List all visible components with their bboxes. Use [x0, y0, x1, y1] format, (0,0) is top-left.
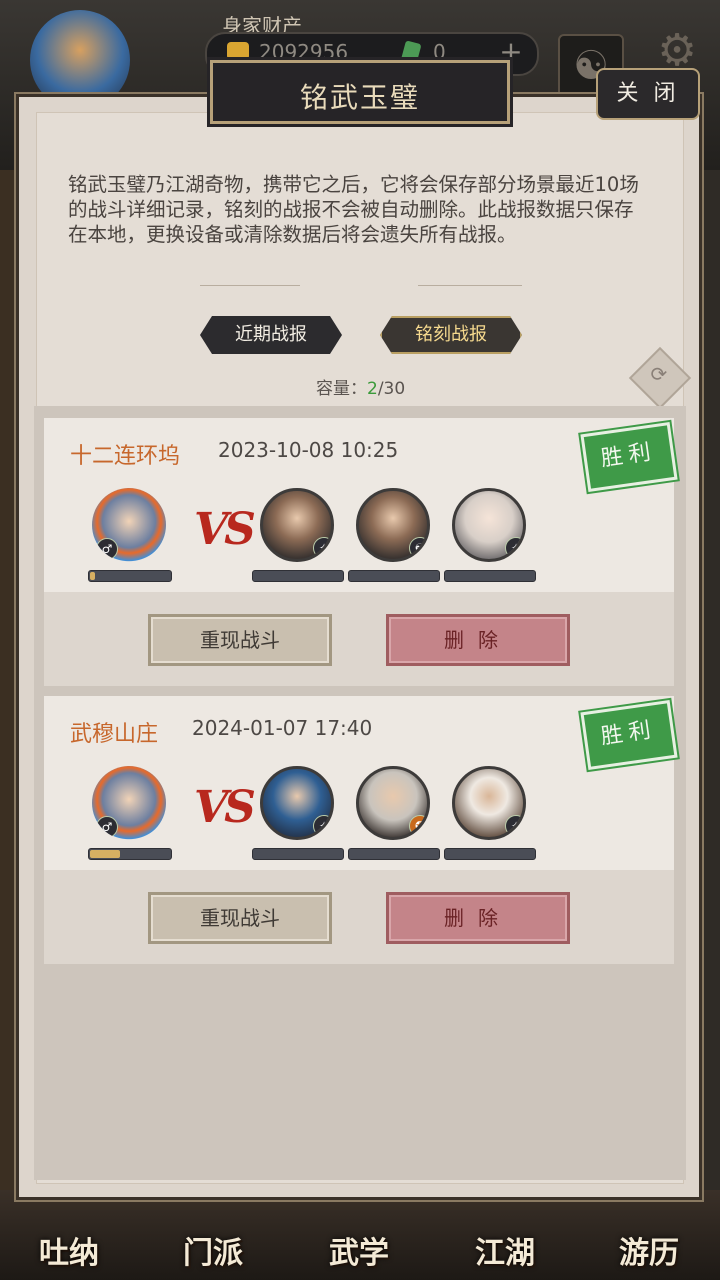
- capacity-indicator: 容量：2/30: [316, 374, 405, 399]
- hero-avatar: ♂: [92, 488, 166, 562]
- vs-icon: VS: [194, 782, 256, 833]
- school-icon: ✧: [505, 815, 523, 837]
- hero-avatar: ♂: [92, 766, 166, 840]
- card-actions: [44, 870, 674, 964]
- dialog-title: 铭武玉璧: [299, 81, 420, 114]
- taiji-icon: ☯: [409, 537, 427, 559]
- dialog-description: 铭武玉璧乃江湖奇物，携带它之后，它将会保存部分场景最近10场的战斗详细记录，铭刻…: [68, 173, 639, 246]
- enemy-avatar: ✧: [452, 766, 526, 840]
- replay-battle-button[interactable]: 重现战斗: [148, 614, 332, 666]
- battle-location: 十二连环坞: [70, 444, 181, 469]
- hero-hp-fill: [90, 850, 120, 858]
- delete-report-button[interactable]: 删除: [386, 892, 570, 944]
- silver-icon: [227, 42, 249, 60]
- enemy-avatar: ✧: [452, 488, 526, 562]
- school-icon: ✦: [313, 537, 331, 559]
- divider-right: [418, 285, 522, 286]
- enemy-avatar: ☯: [356, 488, 430, 562]
- enemy-hp-bar: [348, 848, 440, 860]
- divider-left: [200, 285, 300, 286]
- enemy-avatar: ✪: [356, 766, 430, 840]
- card-actions: [44, 592, 674, 686]
- capacity-used: 2: [367, 379, 378, 399]
- nav-menpai[interactable]: 门派: [158, 1228, 268, 1278]
- hero-hp-bar: [88, 570, 172, 582]
- battle-card: 武穆山庄 2024-01-07 17:40 胜利 ♂ VS ✦ ✪ ✧ 重现战斗…: [44, 696, 678, 964]
- capacity-label: 容量：: [316, 379, 367, 399]
- school-icon: ✧: [505, 537, 523, 559]
- hero-hp-bar: [88, 848, 172, 860]
- nav-youli[interactable]: 游历: [594, 1228, 704, 1278]
- tab-engraved-reports[interactable]: 铭刻战报: [380, 316, 522, 354]
- enemy-avatar: ✦: [260, 488, 334, 562]
- delete-report-button[interactable]: 删除: [386, 614, 570, 666]
- close-button[interactable]: 关 闭: [596, 68, 700, 120]
- enemy-hp-bar: [348, 570, 440, 582]
- victory-stamp: 胜利: [580, 422, 678, 492]
- replay-battle-button[interactable]: 重现战斗: [148, 892, 332, 944]
- nav-jianghu[interactable]: 江湖: [450, 1228, 560, 1278]
- battle-time: 2023-10-08 10:25: [218, 438, 399, 462]
- enemy-avatar: ✦: [260, 766, 334, 840]
- victory-stamp: 胜利: [580, 700, 678, 770]
- enemy-hp-bar: [444, 570, 536, 582]
- tab-recent-reports[interactable]: 近期战报: [200, 316, 342, 354]
- school-icon: ✪: [409, 815, 427, 837]
- battle-location: 武穆山庄: [70, 722, 159, 747]
- male-icon: ♂: [96, 538, 118, 560]
- nav-tuna[interactable]: 吐纳: [14, 1228, 124, 1278]
- school-icon: ✦: [313, 815, 331, 837]
- enemy-hp-bar: [252, 570, 344, 582]
- male-icon: ♂: [96, 816, 118, 838]
- capacity-total: /30: [377, 379, 406, 399]
- dialog-title-plaque: 铭武玉璧: [210, 60, 510, 124]
- enemy-hp-bar: [444, 848, 536, 860]
- battle-card: 十二连环坞 2023-10-08 10:25 胜利 ♂ VS ✦ ☯ ✧ 重现战…: [44, 418, 678, 686]
- hero-hp-fill: [90, 572, 95, 580]
- battle-time: 2024-01-07 17:40: [192, 716, 373, 740]
- enemy-hp-bar: [252, 848, 344, 860]
- report-list[interactable]: 十二连环坞 2023-10-08 10:25 胜利 ♂ VS ✦ ☯ ✧ 重现战…: [34, 406, 686, 1180]
- vs-icon: VS: [194, 504, 256, 555]
- nav-wuxue[interactable]: 武学: [304, 1228, 414, 1278]
